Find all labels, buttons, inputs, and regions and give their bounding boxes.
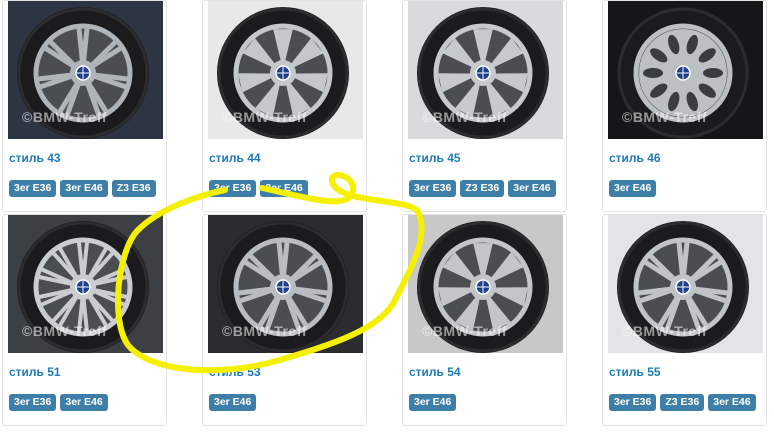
wheel-photo[interactable]: ©BMW-Treff xyxy=(8,215,163,353)
watermark: ©BMW-Treff xyxy=(422,323,508,339)
tag-list: 3er E46 xyxy=(609,180,657,197)
tag-list: 3er E36 3er E46 Z3 E36 xyxy=(9,180,156,197)
wheel-name[interactable]: стиль 45 xyxy=(409,151,461,165)
wheel-name[interactable]: стиль 53 xyxy=(209,365,261,379)
tag-list: 3er E36 Z3 E36 3er E46 xyxy=(409,180,556,197)
watermark: ©BMW-Treff xyxy=(622,323,708,339)
wheel-name[interactable]: стиль 46 xyxy=(609,151,661,165)
wheel-name[interactable]: стиль 43 xyxy=(9,151,61,165)
model-tag[interactable]: 3er E46 xyxy=(60,180,108,197)
wheel-name[interactable]: стиль 55 xyxy=(609,365,661,379)
model-tag[interactable]: Z3 E36 xyxy=(111,180,156,197)
model-tag[interactable]: 3er E46 xyxy=(260,180,308,197)
tag-list: 3er E36 3er E46 xyxy=(9,394,108,411)
model-tag[interactable]: 3er E36 xyxy=(409,180,457,197)
model-tag[interactable]: 3er E46 xyxy=(60,394,108,411)
wheel-card[interactable]: ©BMW-Treff стиль 51 3er E36 3er E46 xyxy=(2,214,167,426)
wheel-photo[interactable]: ©BMW-Treff xyxy=(8,1,163,139)
wheel-photo[interactable]: ©BMW-Treff xyxy=(208,1,363,139)
model-tag[interactable]: Z3 E36 xyxy=(660,394,705,411)
wheel-photo[interactable]: ©BMW-Treff xyxy=(408,215,563,353)
model-tag[interactable]: 3er E36 xyxy=(209,180,257,197)
tag-list: 3er E46 xyxy=(409,394,457,411)
wheel-name[interactable]: стиль 54 xyxy=(409,365,461,379)
model-tag[interactable]: 3er E36 xyxy=(609,394,657,411)
model-tag[interactable]: 3er E46 xyxy=(609,180,657,197)
wheel-card[interactable]: ©BMW-Treff стиль 43 3er E36 3er E46 Z3 E… xyxy=(2,0,167,212)
wheel-photo[interactable]: ©BMW-Treff xyxy=(608,1,763,139)
wheel-card[interactable]: ©BMW-Treff стиль 53 3er E46 xyxy=(202,214,367,426)
wheel-photo[interactable]: ©BMW-Treff xyxy=(608,215,763,353)
tag-list: 3er E46 xyxy=(209,394,257,411)
watermark: ©BMW-Treff xyxy=(422,109,508,125)
model-tag[interactable]: 3er E46 xyxy=(508,180,556,197)
wheel-name[interactable]: стиль 51 xyxy=(9,365,61,379)
watermark: ©BMW-Treff xyxy=(622,109,708,125)
wheel-card[interactable]: ©BMW-Treff стиль 54 3er E46 xyxy=(402,214,567,426)
tag-list: 3er E36 3er E46 xyxy=(209,180,308,197)
watermark: ©BMW-Treff xyxy=(222,109,308,125)
model-tag[interactable]: 3er E36 xyxy=(9,394,57,411)
wheel-name[interactable]: стиль 44 xyxy=(209,151,261,165)
model-tag[interactable]: 3er E46 xyxy=(708,394,756,411)
wheel-card[interactable]: ©BMW-Treff стиль 45 3er E36 Z3 E36 3er E… xyxy=(402,0,567,212)
model-tag[interactable]: Z3 E36 xyxy=(460,180,505,197)
watermark: ©BMW-Treff xyxy=(222,323,308,339)
wheel-photo[interactable]: ©BMW-Treff xyxy=(208,215,363,353)
model-tag[interactable]: 3er E36 xyxy=(9,180,57,197)
model-tag[interactable]: 3er E46 xyxy=(209,394,257,411)
wheel-card[interactable]: ©BMW-Treff стиль 44 3er E36 3er E46 xyxy=(202,0,367,212)
watermark: ©BMW-Treff xyxy=(22,323,108,339)
wheel-photo[interactable]: ©BMW-Treff xyxy=(408,1,563,139)
watermark: ©BMW-Treff xyxy=(22,109,108,125)
wheel-card[interactable]: ©BMW-Treff стиль 55 3er E36 Z3 E36 3er E… xyxy=(602,214,767,426)
model-tag[interactable]: 3er E46 xyxy=(409,394,457,411)
wheel-card[interactable]: ©BMW-Treff стиль 46 3er E46 xyxy=(602,0,767,212)
tag-list: 3er E36 Z3 E36 3er E46 xyxy=(609,394,756,411)
